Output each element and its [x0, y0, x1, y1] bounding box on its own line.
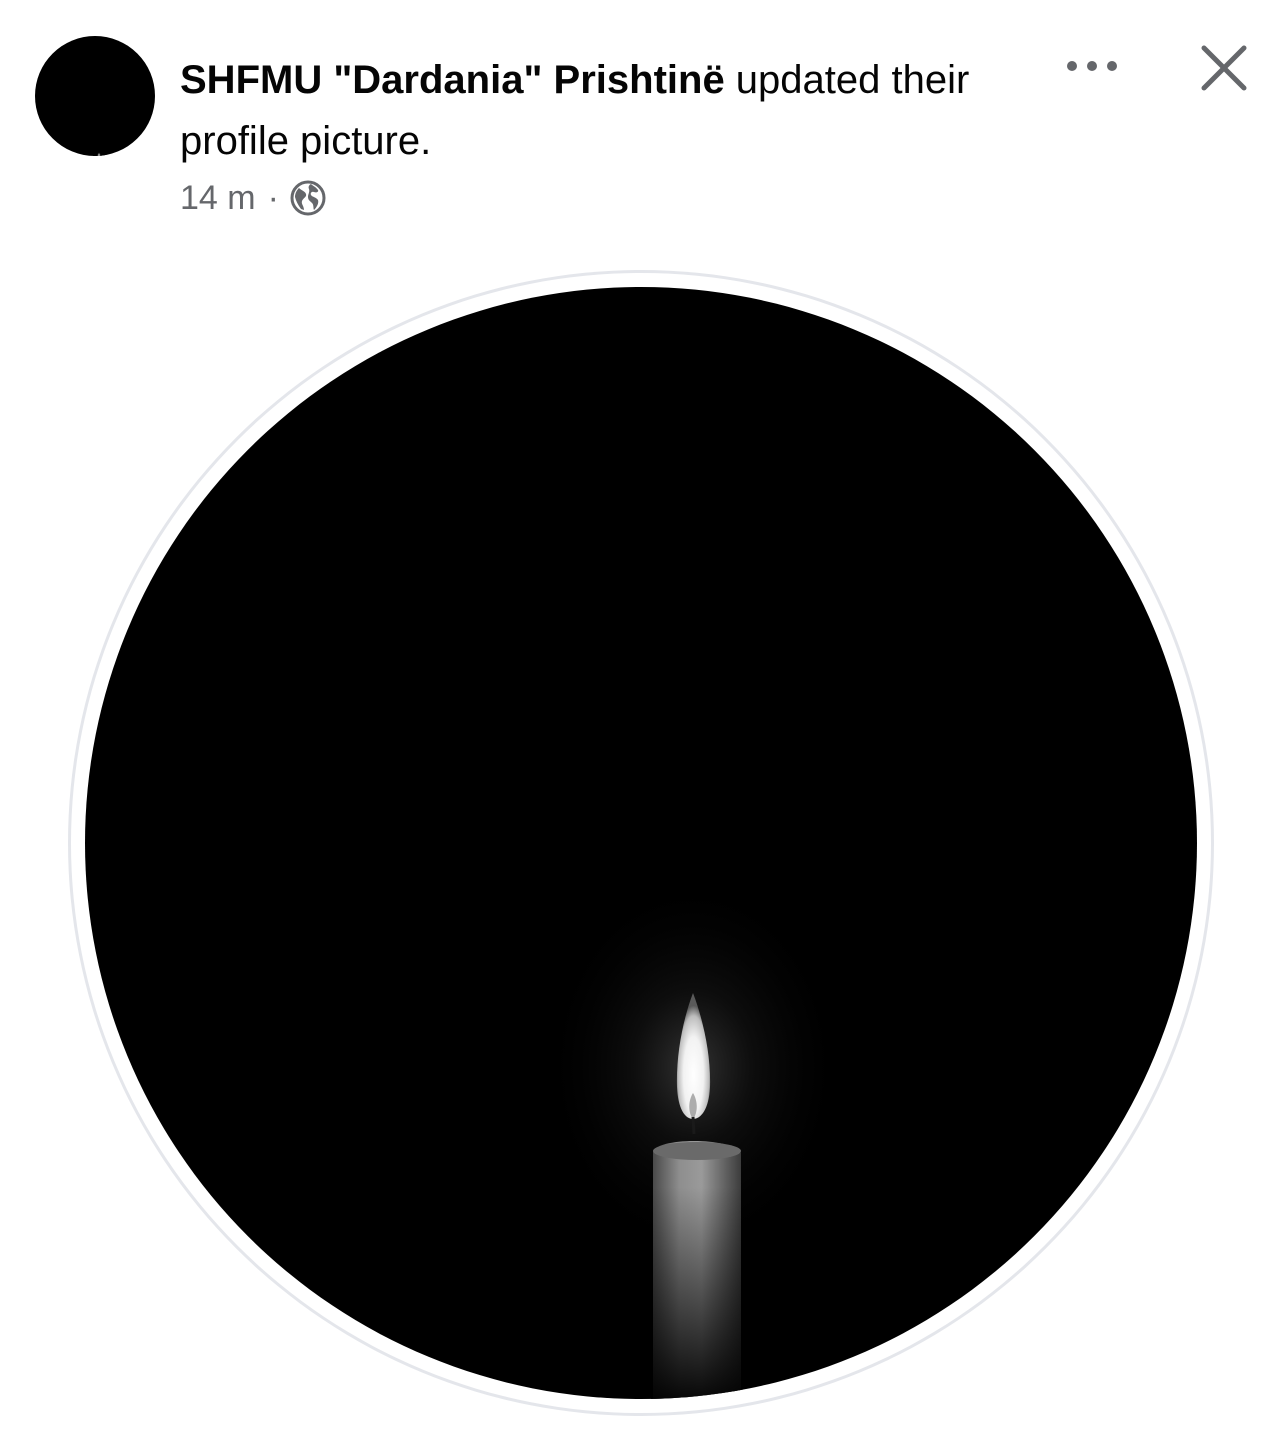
post-header: SHFMU "Dardania" Prishtinë updated their…	[0, 0, 1282, 240]
page-name-link[interactable]: SHFMU "Dardania" Prishtinë	[180, 58, 725, 102]
candle-icon	[543, 877, 843, 1399]
close-icon	[1201, 45, 1247, 91]
globe-icon[interactable]	[289, 179, 327, 217]
more-horizontal-icon	[1067, 61, 1117, 71]
close-button[interactable]	[1192, 36, 1256, 100]
more-options-button[interactable]	[1058, 40, 1126, 92]
profile-picture[interactable]	[85, 287, 1197, 1399]
timestamp[interactable]: 14 m	[180, 179, 256, 218]
avatar[interactable]	[35, 36, 155, 156]
meta-separator: ·	[267, 178, 279, 217]
candle-icon	[93, 150, 105, 156]
post-meta: 14 m ·	[180, 176, 327, 220]
post-title: SHFMU "Dardania" Prishtinë updated their…	[180, 50, 1020, 172]
